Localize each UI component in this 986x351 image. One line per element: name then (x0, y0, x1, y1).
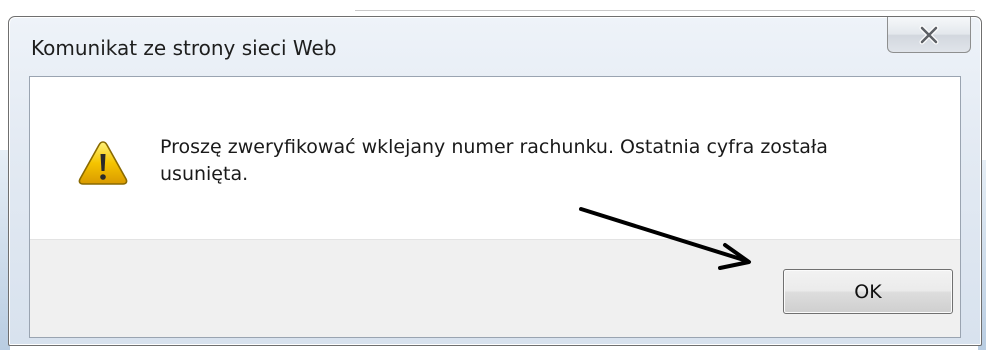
message-dialog: Komunikat ze strony sieci Web Proszę zwe… (8, 16, 982, 346)
button-bar: OK (30, 239, 960, 337)
close-button[interactable] (887, 17, 971, 53)
annotation-arrow (579, 207, 751, 270)
dialog-client-area: Proszę zweryfikować wklejany numer rachu… (29, 76, 961, 338)
message-text: Proszę zweryfikować wklejany numer rachu… (160, 136, 828, 185)
ok-button[interactable]: OK (783, 269, 953, 314)
window-title: Komunikat ze strony sieci Web (31, 36, 337, 60)
screen: Komunikat ze strony sieci Web Proszę zwe… (0, 0, 986, 351)
message-area: Proszę zweryfikować wklejany numer rachu… (30, 77, 960, 242)
title-bar[interactable]: Komunikat ze strony sieci Web (9, 17, 981, 75)
warning-icon (78, 141, 128, 185)
background-window-top-edge (355, 10, 975, 11)
close-icon (919, 25, 939, 44)
